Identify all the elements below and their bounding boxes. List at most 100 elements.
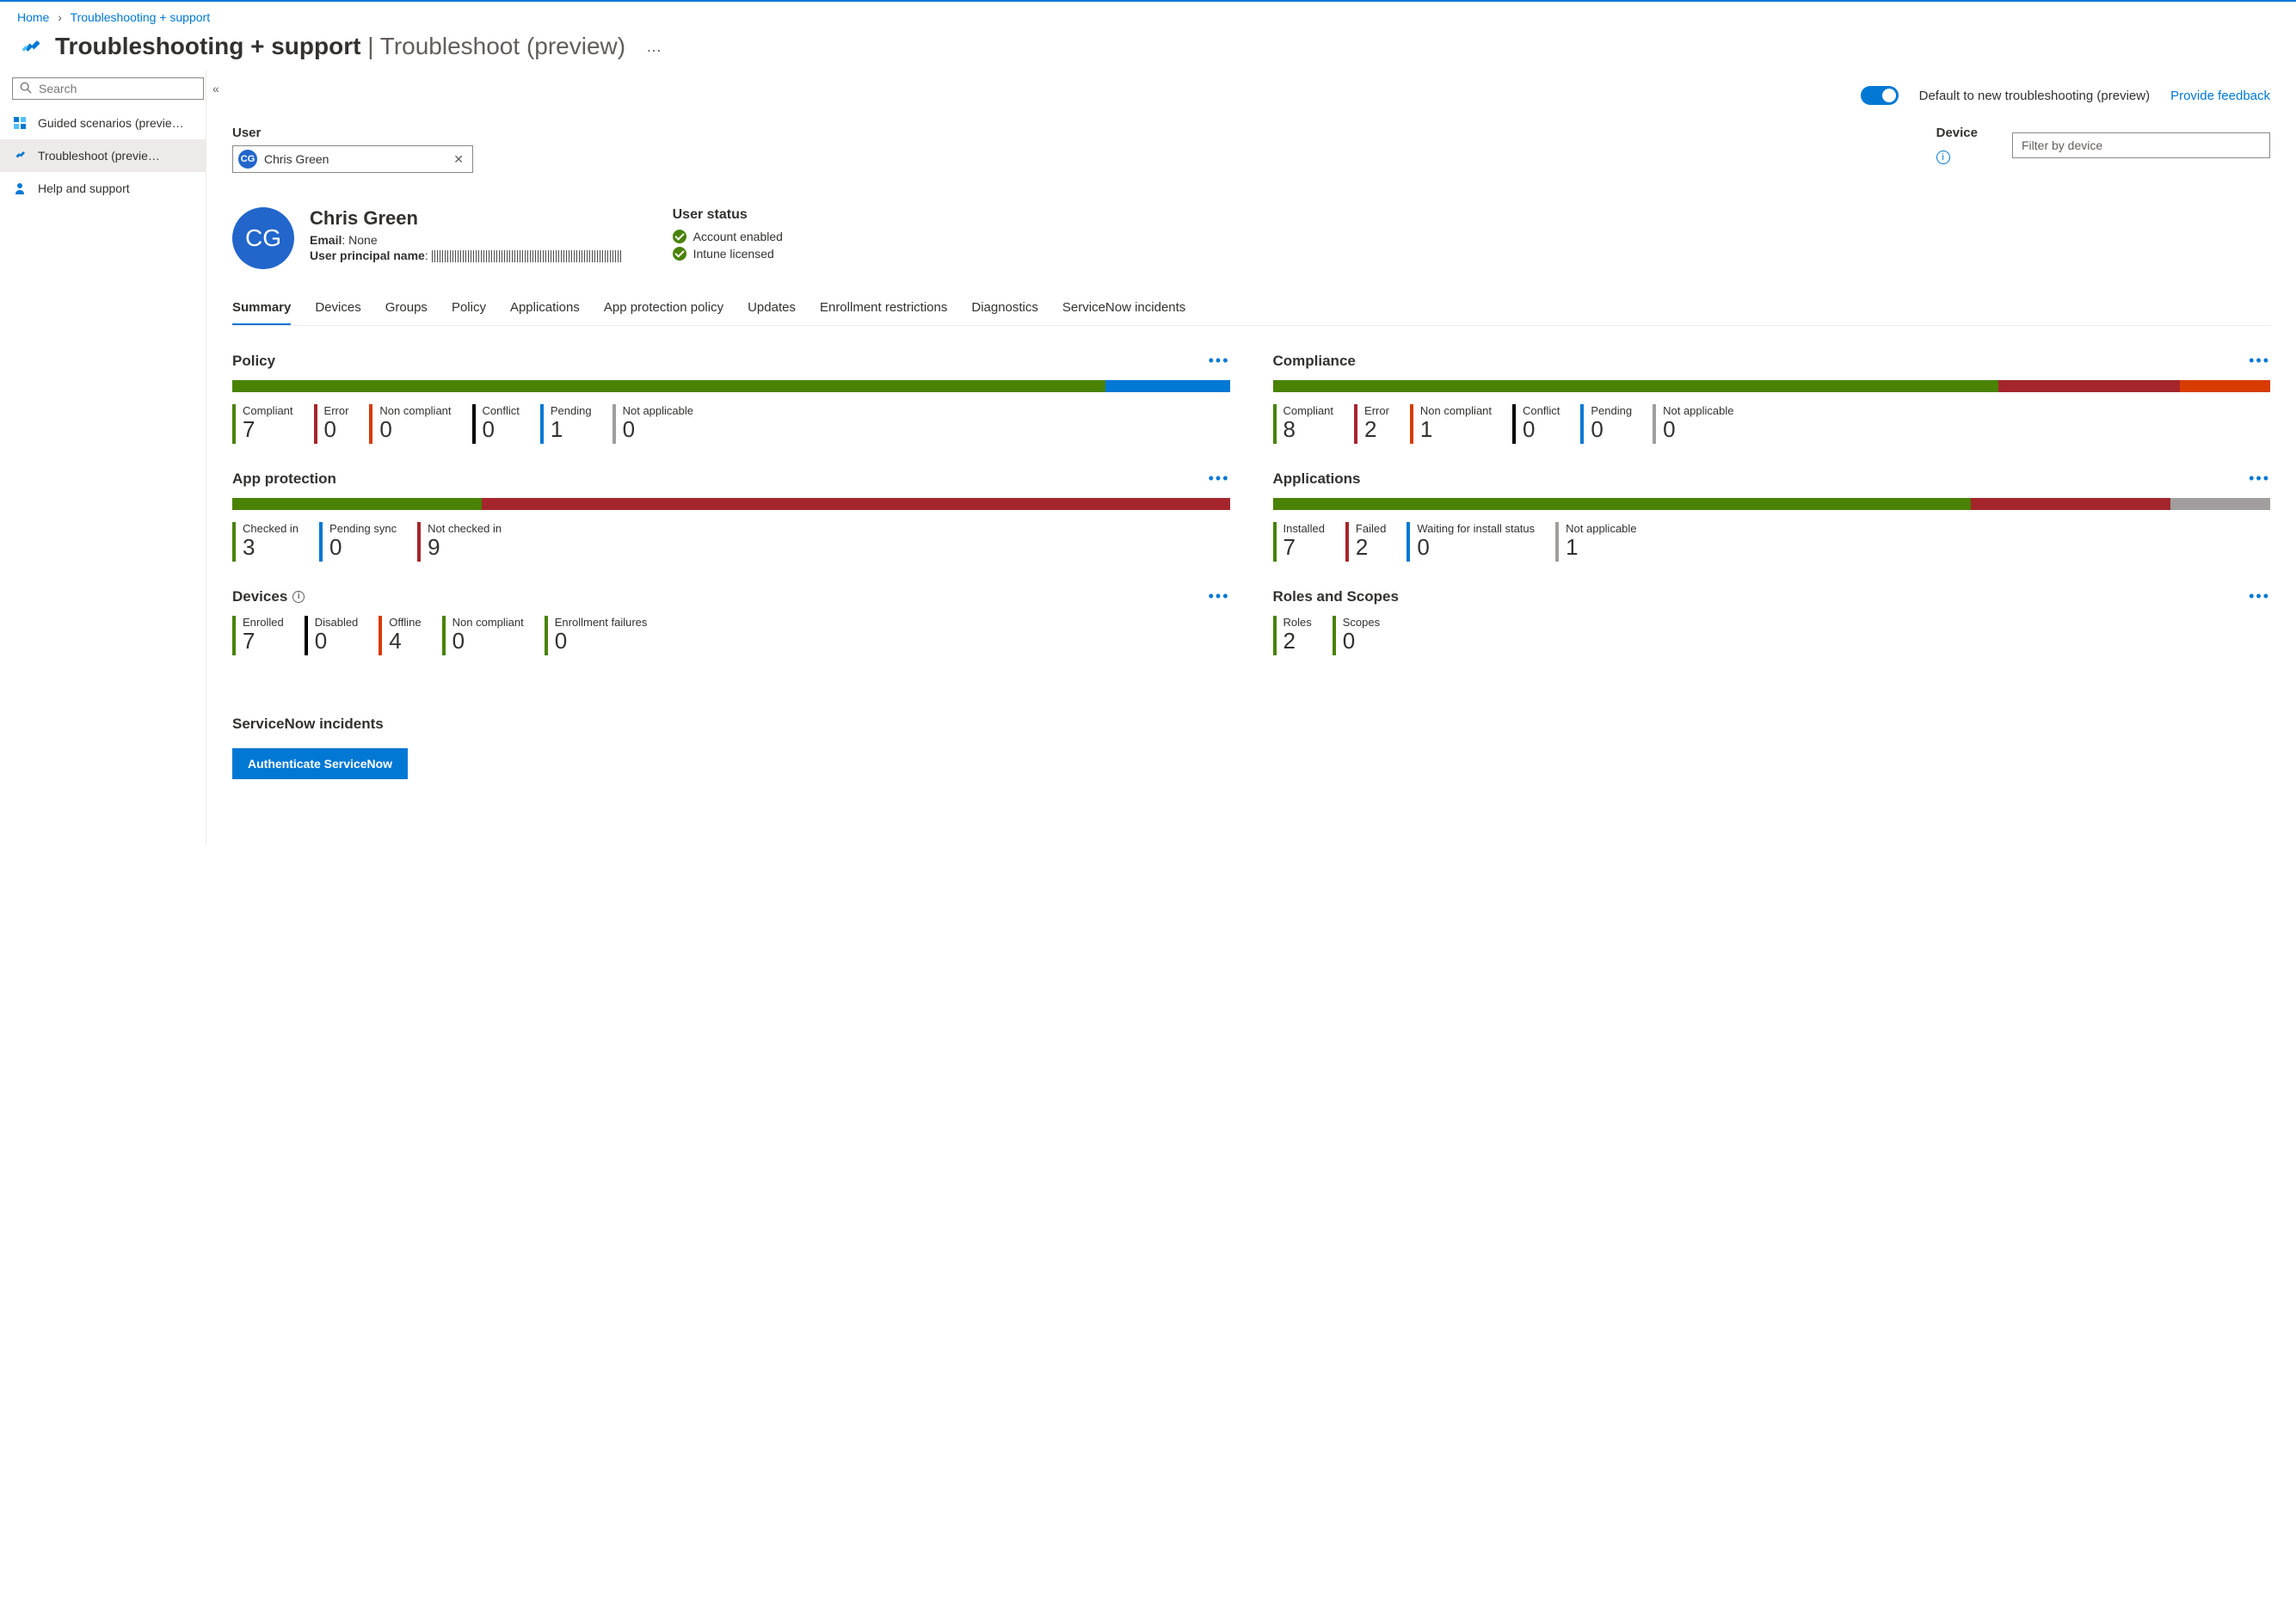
user-chip-avatar: CG [238,150,257,169]
metric-label: Not applicable [1663,404,1733,417]
metric-color-stripe [1273,616,1277,655]
page-title-more-icon[interactable]: … [639,34,668,59]
card-policy: Policy ••• Compliant7Error0Non compliant… [232,352,1230,444]
metric: Error2 [1354,404,1389,444]
user-filter-label: User [232,126,473,140]
bar-segment [1105,380,1230,392]
metric-label: Roles [1283,616,1312,629]
devices-metrics: Enrolled7Disabled0Offline4Non compliant0… [232,616,1230,655]
card-more-icon[interactable]: ••• [2249,352,2270,370]
metric-label: Enrolled [243,616,284,629]
device-filter-label: Device [1936,126,1978,140]
sidebar-item-guided-scenarios[interactable]: Guided scenarios (previe… [0,107,206,139]
metric-color-stripe [545,616,548,655]
tab-summary[interactable]: Summary [232,293,291,326]
check-icon [673,247,686,261]
metric-color-stripe [232,404,236,444]
tab-devices[interactable]: Devices [315,293,360,326]
metric: Compliant8 [1273,404,1334,444]
metric-label: Scopes [1343,616,1380,629]
guided-scenarios-icon [12,115,28,131]
card-more-icon[interactable]: ••• [1209,470,1230,488]
tab-servicenow-incidents[interactable]: ServiceNow incidents [1062,293,1185,326]
metric-label: Error [1364,404,1389,417]
card-title: Applications [1273,470,1361,488]
main-content: Default to new troubleshooting (preview)… [206,71,2296,845]
card-more-icon[interactable]: ••• [1209,352,1230,370]
bar-segment [1998,380,2180,392]
breadcrumb-section[interactable]: Troubleshooting + support [71,10,211,24]
tab-applications[interactable]: Applications [510,293,580,326]
metric: Pending sync0 [319,522,397,562]
metric-label: Compliant [243,404,293,417]
tab-diagnostics[interactable]: Diagnostics [971,293,1038,326]
bar-segment [482,498,1230,510]
applications-bar [1273,498,2271,510]
metric-value: 0 [1523,417,1560,442]
user-chip-name: Chris Green [264,152,329,166]
chevron-right-icon: › [58,10,62,24]
metric: Not applicable0 [1653,404,1733,444]
sidebar-search-input[interactable] [37,81,196,96]
troubleshoot-icon [17,33,45,60]
device-info-icon[interactable]: i [1936,151,1950,164]
sidebar-item-help-support[interactable]: Help and support [0,172,206,205]
tab-groups[interactable]: Groups [385,293,428,326]
metric-color-stripe [305,616,308,655]
applications-metrics: Installed7Failed2Waiting for install sta… [1273,522,2271,562]
close-icon[interactable]: ✕ [450,152,467,167]
sidebar: « Guided scenarios (previe… Troubleshoot… [0,71,206,845]
metric-value: 0 [1417,535,1535,560]
user-display-name: Chris Green [310,207,621,230]
card-app-protection: App protection ••• Checked in3 Pending sy… [232,470,1230,562]
metric-color-stripe [442,616,446,655]
user-filter-chip[interactable]: CG Chris Green ✕ [232,145,473,173]
sidebar-search[interactable] [12,77,204,100]
metric: Non compliant1 [1410,404,1492,444]
metric-label: Installed [1283,522,1325,535]
policy-metrics: Compliant7Error0Non compliant0Conflict0P… [232,404,1230,444]
info-icon[interactable]: i [292,591,305,603]
card-title: App protection [232,470,336,488]
device-filter-input[interactable] [2012,132,2270,158]
tab-updates[interactable]: Updates [748,293,796,326]
bar-segment [2170,498,2270,510]
metric: Compliant7 [232,404,293,444]
status-intune-licensed: Intune licensed [673,247,783,261]
breadcrumb-home[interactable]: Home [17,10,49,24]
metric-value: 7 [1283,535,1325,560]
help-icon [12,181,28,196]
user-status-title: User status [673,207,783,223]
metric-label: Non compliant [1420,404,1492,417]
metric: Error0 [314,404,349,444]
sidebar-item-troubleshoot[interactable]: Troubleshoot (previe… [0,139,206,172]
metric: Checked in3 [232,522,299,562]
default-troubleshooting-toggle[interactable] [1861,86,1899,105]
toggle-label: Default to new troubleshooting (preview) [1919,89,2150,103]
metric-color-stripe [1273,404,1277,444]
tab-policy[interactable]: Policy [452,293,486,326]
metric-color-stripe [1333,616,1336,655]
card-more-icon[interactable]: ••• [1209,587,1230,605]
metric-label: Checked in [243,522,299,535]
compliance-metrics: Compliant8Error2Non compliant1Conflict0P… [1273,404,2271,444]
card-more-icon[interactable]: ••• [2249,470,2270,488]
metric-value: 1 [551,417,592,442]
tab-app-protection-policy[interactable]: App protection policy [604,293,723,326]
bar-segment [2180,380,2270,392]
metric-label: Not checked in [428,522,502,535]
card-more-icon[interactable]: ••• [2249,587,2270,605]
metric-value: 9 [428,535,502,560]
metric-value: 0 [1343,629,1380,654]
metric-value: 7 [243,629,284,654]
tab-enrollment-restrictions[interactable]: Enrollment restrictions [820,293,947,326]
provide-feedback-link[interactable]: Provide feedback [2170,89,2270,103]
metric-value: 0 [555,629,648,654]
metric-label: Not applicable [623,404,693,417]
metric-value: 2 [1356,535,1386,560]
app-protection-metrics: Checked in3 Pending sync0 Not checked in9 [232,522,1230,562]
metric-color-stripe [1345,522,1349,562]
authenticate-servicenow-button[interactable]: Authenticate ServiceNow [232,748,408,779]
metric-color-stripe [1580,404,1584,444]
metric-label: Non compliant [379,404,451,417]
